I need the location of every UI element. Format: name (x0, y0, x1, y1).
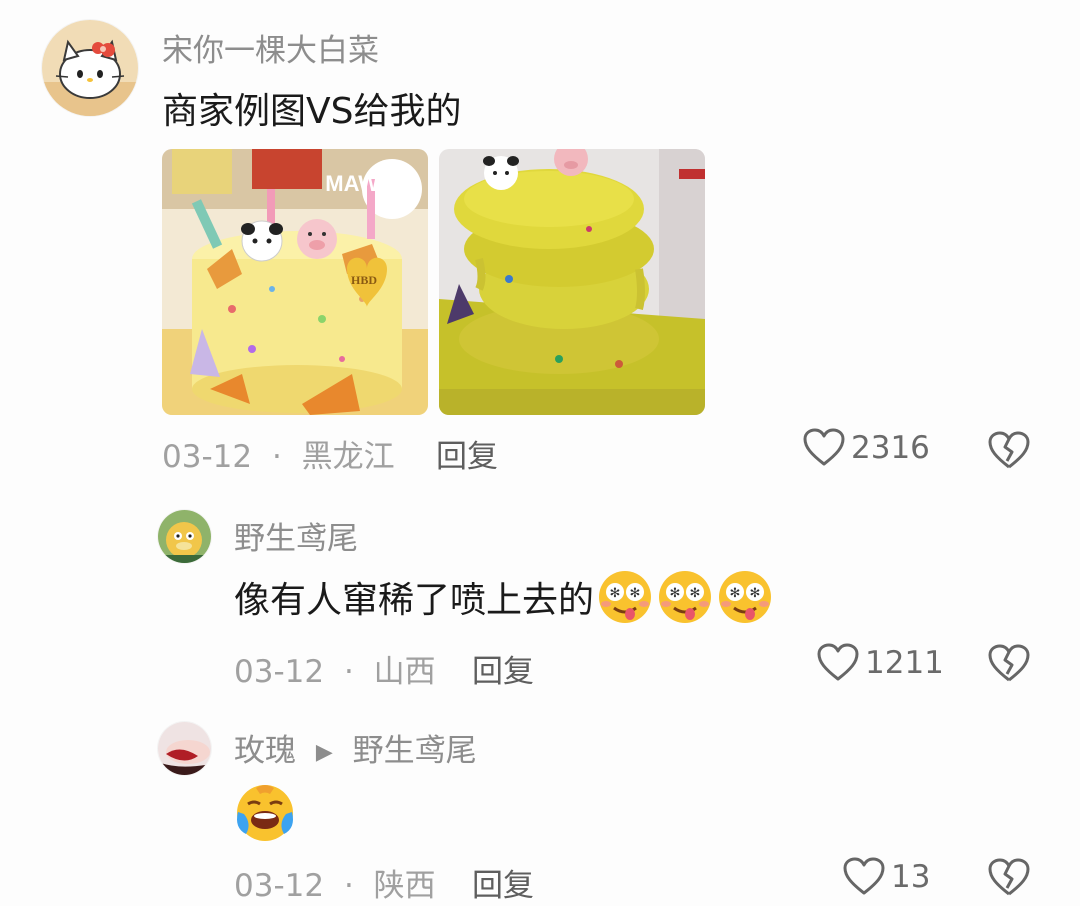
comment-3: 玫瑰 ▶ 野生鸢尾 03-12 · 陕西 回复 13 (0, 700, 1080, 906)
reply-button[interactable]: 回复 (436, 431, 498, 476)
image-overlay-text: MAW★ (325, 171, 399, 196)
svg-text:✻: ✻ (670, 586, 681, 601)
svg-text:✻: ✻ (630, 586, 641, 601)
meta-separator: · (343, 868, 354, 904)
comment-text: 商家例图VS给我的 (162, 91, 462, 132)
username[interactable]: 野生鸢尾 (234, 513, 358, 558)
comment-meta: 03-12 · 黑龙江 (162, 431, 395, 476)
heart-icon (843, 857, 885, 897)
reply-to-username[interactable]: 野生鸢尾 (353, 733, 477, 769)
broken-heart-icon (988, 431, 1030, 471)
comment-image-example-cake[interactable]: HBD MAW★ (162, 149, 428, 415)
comment-text-row: 像有人窜稀了喷上去的 ✻ ✻ ✻ ✻ ✻ ✻ (234, 568, 774, 626)
laughing-face-emoji (234, 782, 296, 844)
comment-text-row (232, 782, 296, 844)
comment-date: 03-12 (234, 868, 325, 904)
comment-date: 03-12 (234, 654, 325, 690)
meta-separator: · (343, 654, 354, 690)
like-count: 2316 (851, 430, 930, 466)
username-row: 玫瑰 ▶ 野生鸢尾 (234, 725, 477, 770)
reply-button[interactable]: 回复 (472, 860, 534, 905)
heart-icon (817, 643, 859, 683)
comment-location: 陕西 (373, 868, 436, 904)
svg-text:✻: ✻ (750, 586, 761, 601)
like-button[interactable]: 13 (843, 857, 930, 897)
like-count: 13 (891, 859, 931, 895)
drooling-face-emoji: ✻ ✻ (656, 568, 714, 626)
comment-date: 03-12 (162, 439, 253, 475)
avatar[interactable] (158, 510, 211, 563)
comment-location: 山西 (373, 654, 436, 690)
broken-heart-icon (988, 644, 1030, 684)
svg-text:✻: ✻ (690, 586, 701, 601)
comment-meta: 03-12 · 山西 (234, 646, 436, 691)
drooling-face-emoji: ✻ ✻ (716, 568, 774, 626)
meta-separator: · (271, 439, 282, 475)
reply-button[interactable]: 回复 (472, 646, 534, 691)
like-count: 1211 (865, 645, 944, 681)
dislike-button[interactable] (988, 644, 1030, 684)
comment-location: 黑龙江 (301, 439, 395, 475)
dislike-button[interactable] (988, 858, 1030, 898)
comment-image-received-cake[interactable] (439, 149, 705, 415)
username[interactable]: 宋你一棵大白菜 (162, 25, 379, 70)
avatar[interactable] (158, 722, 211, 775)
comment-meta: 03-12 · 陕西 (234, 860, 436, 905)
comment-text: 像有人窜稀了喷上去的 (234, 580, 595, 621)
svg-text:✻: ✻ (730, 586, 741, 601)
broken-heart-icon (988, 858, 1030, 898)
right-triangle-icon: ▶ (315, 740, 333, 765)
svg-text:✻: ✻ (610, 586, 621, 601)
comment-1: 宋你一棵大白菜 商家例图VS给我的 HBD MAW★ 03-12 · 黑龙江 回… (0, 0, 1080, 490)
avatar[interactable] (42, 20, 138, 116)
username[interactable]: 玫瑰 (234, 733, 296, 769)
heart-icon (803, 428, 845, 468)
comment-2: 野生鸢尾 像有人窜稀了喷上去的 ✻ ✻ ✻ ✻ ✻ ✻ 03-12 · 山西 回复 1… (0, 490, 1080, 700)
cake-topper-text: HBD (351, 273, 377, 287)
like-button[interactable]: 2316 (803, 428, 930, 468)
drooling-face-emoji: ✻ ✻ (596, 568, 654, 626)
like-button[interactable]: 1211 (817, 643, 944, 683)
dislike-button[interactable] (988, 431, 1030, 471)
